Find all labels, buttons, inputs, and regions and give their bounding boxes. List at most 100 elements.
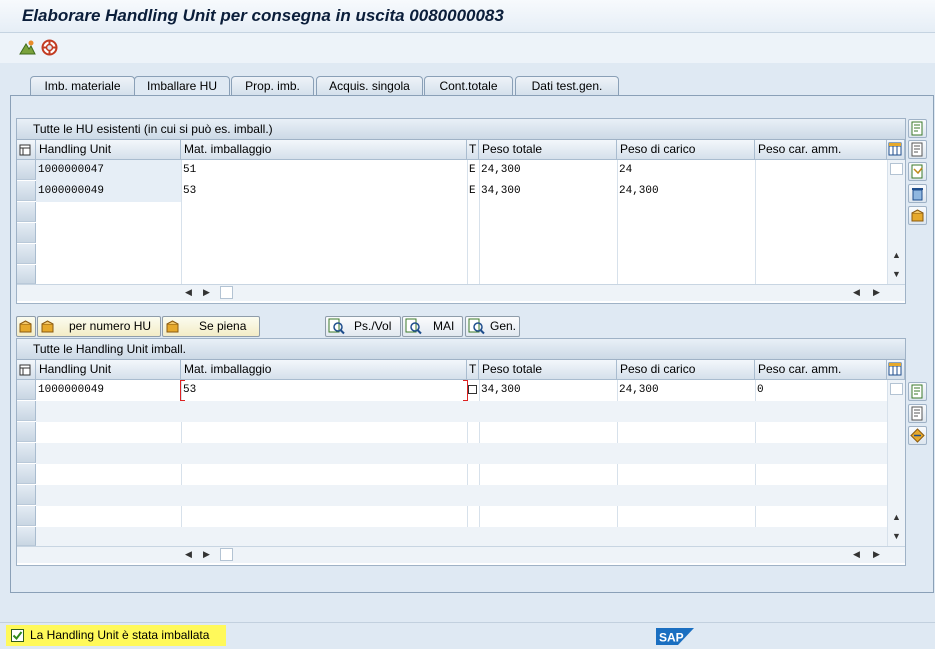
row-selector[interactable] xyxy=(17,506,36,526)
button-label: Ps./Vol xyxy=(354,319,392,333)
mountain-icon[interactable] xyxy=(19,39,36,56)
column-header-mat-imballaggio[interactable]: Mat. imballaggio xyxy=(181,360,467,380)
row-selector[interactable] xyxy=(17,265,36,284)
cell-peso-car-amm[interactable] xyxy=(755,160,887,180)
scroll-thumb[interactable] xyxy=(220,286,233,299)
tab-dati-test-gen[interactable]: Dati test.gen. xyxy=(515,76,619,96)
cell-peso-totale[interactable]: 24,300 xyxy=(479,160,617,180)
details-icon[interactable] xyxy=(908,162,927,181)
tab-label: Dati test.gen. xyxy=(531,79,603,93)
cell-peso-car-amm[interactable]: 0 xyxy=(755,380,887,400)
pack-icon-button[interactable] xyxy=(16,316,36,337)
packed-hu-grid: Tutte le Handling Unit imball. Handling … xyxy=(16,338,906,566)
vertical-scrollbar[interactable]: ▲ ▼ xyxy=(888,380,905,546)
row-selector[interactable] xyxy=(17,443,36,463)
row-selector[interactable] xyxy=(17,464,36,484)
horizontal-scrollbar[interactable]: ◀ ▶ ◀ ▶ xyxy=(17,284,905,301)
cell-peso-car-amm[interactable] xyxy=(755,181,887,201)
pack-if-full-button[interactable]: Se piena xyxy=(162,316,260,337)
column-header-peso-di-carico[interactable]: Peso di carico xyxy=(617,140,755,160)
column-header-mat-imballaggio[interactable]: Mat. imballaggio xyxy=(181,140,467,160)
tab-label: Prop. imb. xyxy=(245,79,300,93)
scroll-right-icon[interactable]: ▶ xyxy=(203,549,210,560)
tab-label: Imb. materiale xyxy=(44,79,121,93)
row-selector[interactable] xyxy=(17,401,36,421)
scroll-left-icon[interactable]: ◀ xyxy=(853,287,860,298)
tab-acquis-singola[interactable]: Acquis. singola xyxy=(316,76,423,96)
help-lifebuoy-icon[interactable] xyxy=(41,39,58,56)
scroll-up-icon[interactable]: ▲ xyxy=(892,250,901,260)
deselect-all-icon[interactable] xyxy=(908,140,927,159)
column-header-handling-unit[interactable]: Handling Unit xyxy=(36,360,181,380)
column-header-t[interactable]: T xyxy=(467,140,479,160)
unpack-icon[interactable] xyxy=(908,426,927,445)
row-selector[interactable] xyxy=(17,380,36,400)
cell-t[interactable]: E xyxy=(467,181,479,201)
scroll-left-icon[interactable]: ◀ xyxy=(853,549,860,560)
trash-icon[interactable] xyxy=(908,184,927,203)
grid-settings-icon[interactable] xyxy=(17,140,36,160)
scroll-left-icon[interactable]: ◀ xyxy=(185,549,192,560)
scroll-right-icon[interactable]: ▶ xyxy=(203,287,210,298)
status-bar: La Handling Unit è stata imballata SAP xyxy=(0,622,935,649)
cell-handling-unit[interactable]: 1000000047 xyxy=(36,160,181,180)
column-header-peso-car-amm[interactable]: Peso car. amm. xyxy=(755,140,887,160)
pack-box-icon[interactable] xyxy=(908,206,927,225)
select-all-icon[interactable] xyxy=(908,382,927,401)
tab-cont-totale[interactable]: Cont.totale xyxy=(424,76,513,96)
column-header-handling-unit[interactable]: Handling Unit xyxy=(36,140,181,160)
row-selector[interactable] xyxy=(17,527,36,546)
row-selector[interactable] xyxy=(17,485,36,505)
scroll-thumb[interactable] xyxy=(220,548,233,561)
weight-volume-button[interactable]: Ps./Vol xyxy=(325,316,401,337)
general-button[interactable]: Gen. xyxy=(465,316,520,337)
grid-settings-icon[interactable] xyxy=(17,360,36,380)
cell-peso-di-carico[interactable]: 24 xyxy=(617,160,755,180)
row-selector[interactable] xyxy=(17,244,36,264)
tab-prop-imb[interactable]: Prop. imb. xyxy=(231,76,314,96)
scroll-down-icon[interactable]: ▼ xyxy=(892,269,901,279)
column-chooser-icon[interactable] xyxy=(887,360,905,380)
cell-peso-totale[interactable]: 34,300 xyxy=(479,380,617,400)
deselect-all-icon[interactable] xyxy=(908,404,927,423)
column-header-peso-totale[interactable]: Peso totale xyxy=(479,140,617,160)
row-selector[interactable] xyxy=(17,160,36,180)
vertical-scrollbar[interactable]: ▲ ▼ xyxy=(888,160,905,284)
application-toolbar xyxy=(0,33,935,63)
cell-t[interactable]: E xyxy=(467,160,479,180)
existing-hu-grid: Tutte le HU esistenti (in cui si può es.… xyxy=(16,118,906,304)
button-label: Gen. xyxy=(490,319,517,333)
scroll-left-icon[interactable]: ◀ xyxy=(185,287,192,298)
horizontal-scrollbar[interactable]: ◀ ▶ ◀ ▶ xyxy=(17,546,905,563)
scroll-down-icon[interactable]: ▼ xyxy=(892,531,901,541)
column-header-peso-car-amm[interactable]: Peso car. amm. xyxy=(755,360,887,380)
mai-button[interactable]: MAI xyxy=(402,316,463,337)
column-header-peso-totale[interactable]: Peso totale xyxy=(479,360,617,380)
scroll-right-icon[interactable]: ▶ xyxy=(873,549,880,560)
cell-handling-unit[interactable]: 1000000049 xyxy=(36,181,181,201)
row-selector[interactable] xyxy=(17,422,36,442)
tab-imb-materiale[interactable]: Imb. materiale xyxy=(30,76,135,96)
cell-mat-imballaggio[interactable]: 53 xyxy=(181,181,467,201)
cell-peso-totale[interactable]: 34,300 xyxy=(479,181,617,201)
tab-label: Acquis. singola xyxy=(329,79,410,93)
cell-mat-imballaggio-editing[interactable]: 53 xyxy=(181,380,467,400)
scroll-up-icon[interactable]: ▲ xyxy=(892,512,901,522)
column-header-peso-di-carico[interactable]: Peso di carico xyxy=(617,360,755,380)
svg-text:SAP: SAP xyxy=(659,631,684,645)
cell-peso-di-carico[interactable]: 24,300 xyxy=(617,181,755,201)
column-header-t[interactable]: T xyxy=(467,360,479,380)
status-message[interactable]: La Handling Unit è stata imballata xyxy=(6,625,226,646)
cell-peso-di-carico[interactable]: 24,300 xyxy=(617,380,755,400)
row-selector[interactable] xyxy=(17,202,36,222)
scroll-right-icon[interactable]: ▶ xyxy=(873,287,880,298)
cell-handling-unit[interactable]: 1000000049 xyxy=(36,380,181,400)
pack-by-hu-number-button[interactable]: per numero HU xyxy=(37,316,161,337)
cell-mat-imballaggio[interactable]: 51 xyxy=(181,160,467,180)
select-all-icon[interactable] xyxy=(908,119,927,138)
value-help-icon[interactable] xyxy=(468,385,477,394)
row-selector[interactable] xyxy=(17,181,36,201)
tab-imballare-hu[interactable]: Imballare HU xyxy=(134,76,230,97)
row-selector[interactable] xyxy=(17,223,36,243)
column-chooser-icon[interactable] xyxy=(887,140,905,160)
